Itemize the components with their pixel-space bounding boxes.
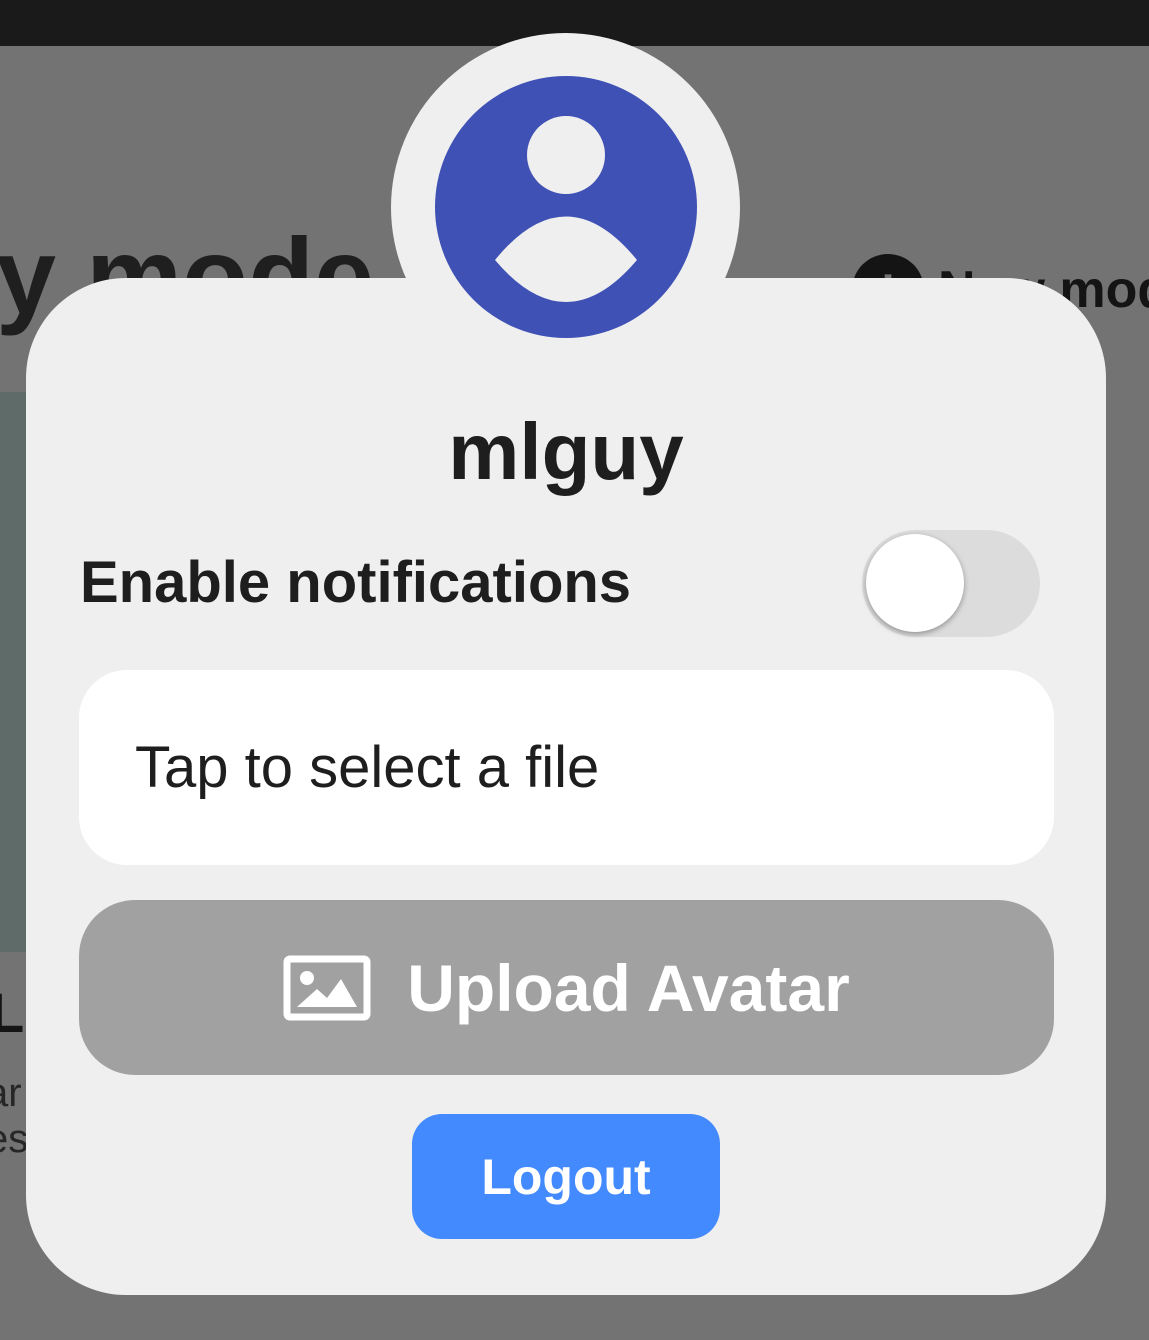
upload-avatar-button[interactable]: Upload Avatar <box>79 900 1054 1075</box>
upload-avatar-label: Upload Avatar <box>407 950 850 1025</box>
logout-label: Logout <box>481 1148 651 1205</box>
username: mlguy <box>448 407 684 496</box>
image-icon <box>283 955 371 1021</box>
logout-button[interactable]: Logout <box>412 1114 720 1239</box>
background-card-description: ar es <box>0 1071 29 1161</box>
file-picker-placeholder: Tap to select a file <box>135 735 600 800</box>
notifications-label: Enable notifications <box>80 550 632 615</box>
toggle-thumb <box>866 534 964 632</box>
notifications-toggle[interactable] <box>862 530 1040 637</box>
account-circle-icon <box>435 76 697 338</box>
file-picker-field[interactable]: Tap to select a file <box>79 670 1054 865</box>
background-card-title: L <box>0 981 25 1044</box>
